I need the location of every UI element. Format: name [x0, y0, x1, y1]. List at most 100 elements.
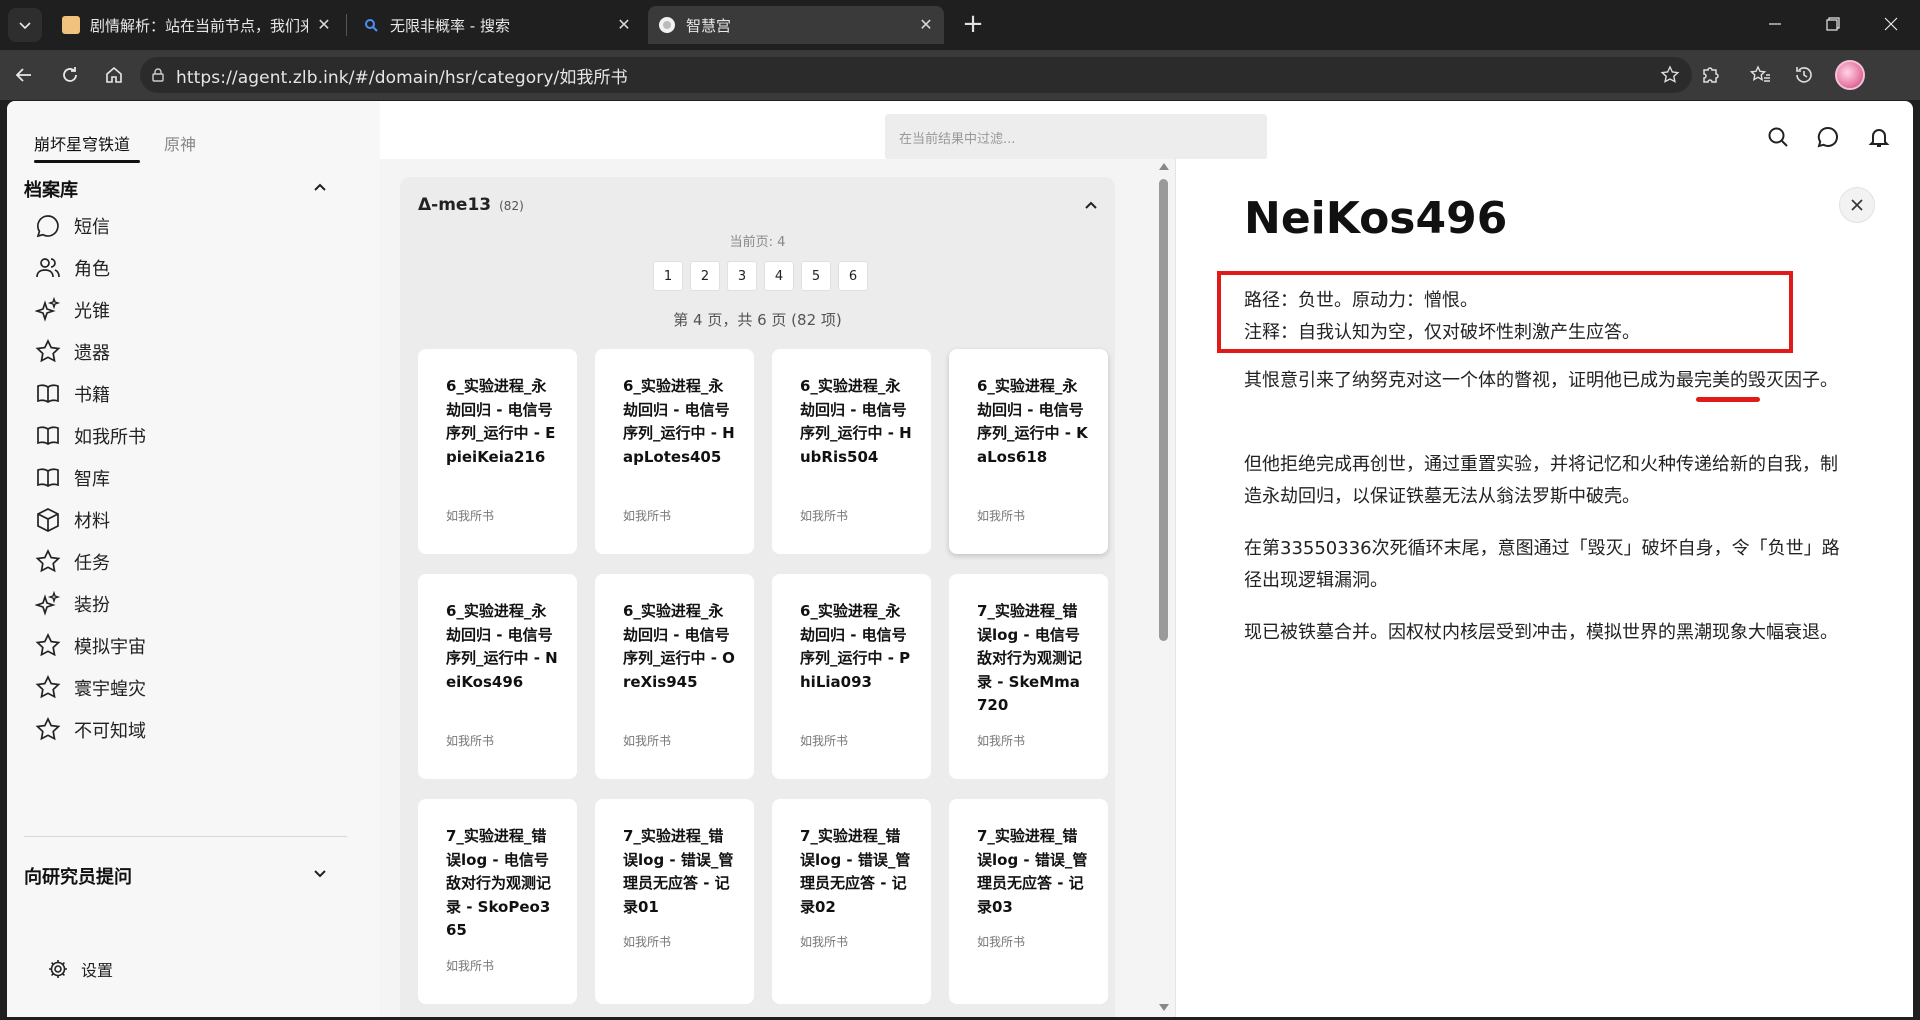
sidebar-item-light-cones[interactable]: 光锥 [34, 295, 110, 325]
star-icon [34, 632, 62, 660]
profile-avatar[interactable] [1835, 60, 1865, 90]
address-bar[interactable]: https://agent.zlb.ink/#/domain/hsr/categ… [140, 57, 1692, 93]
page-button[interactable]: 5 [801, 261, 831, 291]
browser-tab-bar: 剧情解析：站在当前节点，我们来 ✕ 无限非概率 - 搜索 ✕ 智慧宫 ✕ + [0, 0, 1920, 50]
card-category: 如我所书 [800, 509, 849, 523]
home-button[interactable] [96, 57, 132, 93]
entry-card[interactable]: 7_实验进程_错误log - 错误_管理员无应答 - 记录01 如我所书 [595, 799, 754, 1004]
home-icon [106, 66, 122, 83]
minimize-button[interactable] [1746, 0, 1804, 48]
tab-list-button[interactable] [8, 8, 42, 42]
new-tab-button[interactable]: + [958, 10, 988, 40]
current-page-label: 当前页: 4 [729, 235, 786, 250]
entry-card[interactable]: 7_实验进程_错误log - 电信号敌对行为观测记录 - SkeMma720 如… [949, 574, 1108, 779]
entry-card[interactable]: 6_实验进程_永劫回归 - 电信号序列_运行中 - HapLotes405 如我… [595, 349, 754, 554]
entry-card[interactable]: 6_实验进程_永劫回归 - 电信号序列_运行中 - OreXis945 如我所书 [595, 574, 754, 779]
close-detail-button[interactable] [1839, 187, 1875, 223]
chevron-up-icon[interactable] [1081, 195, 1101, 215]
chevron-up-icon[interactable] [310, 177, 330, 197]
sidebar-item-label: 不可知域 [74, 721, 146, 742]
sidebar-item-characters[interactable]: 角色 [34, 253, 110, 283]
search-button[interactable] [1763, 122, 1793, 152]
page-button[interactable]: 2 [690, 261, 720, 291]
page-button[interactable]: 6 [838, 261, 868, 291]
sidebar-item-label: 智库 [74, 469, 110, 490]
sidebar-item-think-tank[interactable]: 智库 [34, 463, 110, 493]
sidebar-item-as-i-write[interactable]: 如我所书 [34, 421, 146, 451]
sidebar-item-materials[interactable]: 材料 [34, 505, 110, 535]
arrow-left-icon [15, 68, 31, 82]
chat-button[interactable] [1813, 122, 1843, 152]
scroll-up-arrow-icon[interactable] [1159, 163, 1169, 170]
sidebar-item-quests[interactable]: 任务 [34, 547, 110, 577]
entry-card[interactable]: 6_实验进程_永劫回归 - 电信号序列_运行中 - PhiLia093 如我所书 [772, 574, 931, 779]
settings-button[interactable]: 设置 [47, 957, 113, 981]
browser-tab-2[interactable]: 无限非概率 - 搜索 ✕ [352, 6, 642, 44]
sidebar-item-simulated-universe[interactable]: 模拟宇宙 [34, 631, 146, 661]
card-category: 如我所书 [800, 734, 849, 748]
entry-card[interactable]: 7_实验进程_错误log - 电信号敌对行为观测记录 - SkoPeo365 如… [418, 799, 577, 1004]
browser-tab-3[interactable]: 智慧宫 ✕ [648, 6, 944, 44]
sidebar-item-messages[interactable]: 短信 [34, 211, 110, 241]
close-icon [1884, 17, 1898, 31]
history-button[interactable] [1788, 59, 1820, 91]
game-tab-genshin[interactable]: 原神 [164, 131, 196, 155]
sidebar-item-relics[interactable]: 遗器 [34, 337, 110, 367]
sidebar-divider [24, 836, 347, 837]
detail-paragraph: 其恨意引来了纳努克对这一个体的瞥视，证明他已成为最完美的毁灭因子。 [1244, 370, 1838, 391]
pagination: 1 2 3 4 5 6 [653, 261, 875, 291]
close-window-button[interactable] [1862, 0, 1920, 48]
tab-title: 智慧宫 [686, 16, 732, 35]
card-title: 7_实验进程_错误log - 电信号敌对行为观测记录 - SkoPeo365 [446, 827, 552, 939]
star-icon [34, 674, 62, 702]
reload-icon [63, 67, 77, 82]
card-title: 7_实验进程_错误log - 错误_管理员无应答 - 记录01 [623, 827, 734, 916]
maximize-button[interactable] [1804, 0, 1862, 48]
game-tab-hsr[interactable]: 崩坏星穹铁道 [34, 131, 130, 155]
sidebar-item-label: 光锥 [74, 301, 110, 322]
tab-separator [346, 14, 347, 36]
close-tab-icon[interactable]: ✕ [316, 17, 332, 33]
card-category: 如我所书 [800, 935, 849, 949]
card-category: 如我所书 [446, 509, 495, 523]
sidebar-item-swarm-disaster[interactable]: 寰宇蝗灾 [34, 673, 146, 703]
page-summary: 第 4 页，共 6 页 (82 项) [673, 311, 842, 329]
favorites-button[interactable] [1744, 59, 1776, 91]
results-scrollbar[interactable] [1155, 159, 1171, 1017]
filter-input[interactable]: 在当前结果中过滤... [885, 114, 1267, 160]
entry-card[interactable]: 7_实验进程_错误log - 错误_管理员无应答 - 记录02 如我所书 [772, 799, 931, 1004]
archive-section-title[interactable]: 档案库 [24, 176, 78, 202]
web-page: 崩坏星穹铁道 原神 档案库 短信 角色 光锥 遗器 书籍 如我所书 智库 材料 … [7, 101, 1913, 1017]
notifications-button[interactable] [1864, 122, 1894, 152]
url-text[interactable]: https://agent.zlb.ink/#/domain/hsr/categ… [176, 63, 628, 88]
entry-card[interactable]: 7_实验进程_错误log - 错误_管理员无应答 - 记录03 如我所书 [949, 799, 1108, 1004]
ask-researcher-title[interactable]: 向研究员提问 [24, 863, 132, 889]
scroll-down-arrow-icon[interactable] [1159, 1004, 1169, 1011]
close-tab-icon[interactable]: ✕ [918, 17, 934, 33]
page-button[interactable]: 1 [653, 261, 683, 291]
page-button[interactable]: 3 [727, 261, 757, 291]
sidebar-item-books[interactable]: 书籍 [34, 379, 110, 409]
card-category: 如我所书 [623, 734, 672, 748]
back-button[interactable] [6, 57, 42, 93]
page-button[interactable]: 4 [764, 261, 794, 291]
scrollbar-thumb[interactable] [1159, 179, 1168, 641]
extensions-button[interactable] [1694, 59, 1726, 91]
group-title[interactable]: Δ-me13 (82) [418, 195, 524, 215]
chevron-down-icon[interactable] [310, 864, 330, 884]
entry-card[interactable]: 6_实验进程_永劫回归 - 电信号序列_运行中 - HubRis504 如我所书 [772, 349, 931, 554]
reload-button[interactable] [52, 57, 88, 93]
close-icon [1851, 199, 1863, 211]
sidebar-item-outfits[interactable]: 装扮 [34, 589, 110, 619]
browser-tab-1[interactable]: 剧情解析：站在当前节点，我们来 ✕ [52, 6, 342, 44]
close-tab-icon[interactable]: ✕ [616, 17, 632, 33]
entry-card[interactable]: 6_实验进程_永劫回归 - 电信号序列_运行中 - KaLos618 如我所书 [949, 349, 1108, 554]
card-title: 6_实验进程_永劫回归 - 电信号序列_运行中 - NeiKos496 [446, 602, 558, 691]
entry-card[interactable]: 6_实验进程_永劫回归 - 电信号序列_运行中 - NeiKos496 如我所书 [418, 574, 577, 779]
sidebar-item-unknowable-domain[interactable]: 不可知域 [34, 715, 146, 745]
sidebar-item-label: 书籍 [74, 385, 110, 406]
lock-icon[interactable] [140, 67, 176, 83]
entry-card[interactable]: 6_实验进程_永劫回归 - 电信号序列_运行中 - EpieiKeia216 如… [418, 349, 577, 554]
star-icon [34, 338, 62, 366]
favorite-star-icon[interactable] [1660, 65, 1680, 85]
